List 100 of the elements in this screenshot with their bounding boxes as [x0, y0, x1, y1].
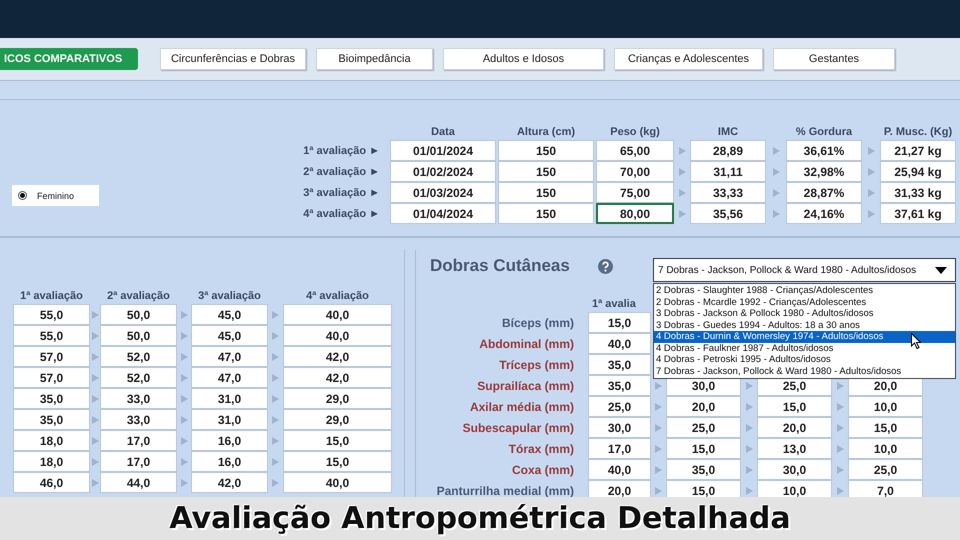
table-cell[interactable]: 31,0: [191, 388, 268, 409]
table-cell[interactable]: 42,0: [191, 472, 268, 493]
table-cell[interactable]: 40,0: [283, 472, 392, 493]
dropdown-option[interactable]: 3 Dobras - Jackson & Pollock 1980 - Adultos/idosos: [654, 308, 955, 320]
table-cell[interactable]: 35,56: [690, 203, 766, 224]
table-cell[interactable]: 40,0: [588, 333, 651, 354]
table-cell[interactable]: 15,0: [666, 438, 741, 459]
dropdown-option[interactable]: 4 Dobras - Faulkner 1987 - Adultos/idosos: [654, 342, 955, 354]
table-cell[interactable]: 10,0: [757, 480, 832, 497]
table-cell[interactable]: 17,0: [588, 438, 651, 459]
table-cell[interactable]: 29,0: [283, 409, 392, 430]
table-cell[interactable]: 7,0: [848, 480, 923, 497]
table-cell[interactable]: 30,0: [757, 459, 832, 480]
table-cell[interactable]: 52,0: [100, 346, 177, 367]
section-button[interactable]: ICOS COMPARATIVOS: [0, 48, 138, 70]
table-cell[interactable]: 37,61 kg: [880, 203, 956, 224]
table-cell[interactable]: 40,0: [283, 304, 392, 325]
table-cell[interactable]: 17,0: [100, 451, 177, 472]
table-cell[interactable]: 10,0: [848, 438, 923, 459]
table-cell[interactable]: 20,0: [588, 480, 651, 497]
table-cell[interactable]: 80,00: [596, 203, 674, 224]
table-cell[interactable]: 33,0: [100, 409, 177, 430]
table-cell[interactable]: 15,0: [283, 451, 392, 472]
table-cell[interactable]: 40,0: [588, 459, 651, 480]
table-cell[interactable]: 25,94 kg: [880, 161, 956, 182]
table-cell[interactable]: 55,0: [13, 304, 90, 325]
table-cell[interactable]: 15,0: [757, 396, 832, 417]
nav-tab[interactable]: Gestantes: [773, 48, 895, 70]
table-cell[interactable]: 17,0: [100, 430, 177, 451]
dropdown-option[interactable]: 3 Dobras - Guedes 1994 - Adultos: 18 a 30 anos: [654, 320, 955, 331]
table-cell[interactable]: 57,0: [13, 367, 90, 388]
table-cell[interactable]: 33,33: [690, 182, 766, 203]
table-cell[interactable]: 35,0: [666, 459, 741, 480]
table-cell[interactable]: 150: [498, 140, 594, 161]
table-cell[interactable]: 47,0: [191, 346, 268, 367]
table-cell[interactable]: 28,89: [690, 140, 766, 161]
table-cell[interactable]: 31,11: [690, 161, 766, 182]
table-cell[interactable]: 01/03/2024: [390, 182, 496, 203]
table-cell[interactable]: 50,0: [100, 304, 177, 325]
help-icon[interactable]: [598, 258, 613, 274]
table-cell[interactable]: 20,0: [757, 417, 832, 438]
protocol-dropdown[interactable]: 7 Dobras - Jackson, Pollock & Ward 1980 - Adultos/idosos: [653, 258, 956, 282]
table-cell[interactable]: 18,0: [13, 451, 90, 472]
table-cell[interactable]: 150: [498, 161, 594, 182]
table-cell[interactable]: 35,0: [588, 375, 651, 396]
table-cell[interactable]: 40,0: [283, 325, 392, 346]
table-cell[interactable]: 55,0: [13, 325, 90, 346]
table-cell[interactable]: 16,0: [191, 451, 268, 472]
table-cell[interactable]: 28,87%: [786, 182, 862, 203]
table-cell[interactable]: 70,00: [596, 161, 674, 182]
table-cell[interactable]: 15,0: [848, 417, 923, 438]
table-cell[interactable]: 57,0: [13, 346, 90, 367]
table-cell[interactable]: 30,0: [588, 417, 651, 438]
table-cell[interactable]: 45,0: [191, 304, 268, 325]
table-cell[interactable]: 31,33 kg: [880, 182, 956, 203]
table-cell[interactable]: 36,61%: [786, 140, 862, 161]
sex-radio[interactable]: Feminino: [12, 185, 99, 206]
table-cell[interactable]: 35,0: [13, 409, 90, 430]
table-cell[interactable]: 15,0: [283, 430, 392, 451]
dropdown-option[interactable]: 4 Dobras - Petroski 1995 - Adultos/idosos: [654, 354, 955, 366]
table-cell[interactable]: 47,0: [191, 367, 268, 388]
dropdown-option[interactable]: 2 Dobras - Slaughter 1988 - Crianças/Adolescentes: [654, 285, 955, 296]
table-cell[interactable]: 52,0: [100, 367, 177, 388]
table-cell[interactable]: 13,0: [757, 438, 832, 459]
table-cell[interactable]: 150: [498, 203, 594, 224]
table-cell[interactable]: 31,0: [191, 409, 268, 430]
table-cell[interactable]: 25,0: [588, 396, 651, 417]
table-cell[interactable]: 10,0: [848, 396, 923, 417]
table-cell[interactable]: 24,16%: [786, 203, 862, 224]
table-cell[interactable]: 45,0: [191, 325, 268, 346]
table-cell[interactable]: 15,0: [666, 480, 741, 497]
table-cell[interactable]: 35,0: [588, 354, 651, 375]
table-cell[interactable]: 25,0: [666, 417, 741, 438]
nav-tab[interactable]: Crianças e Adolescentes: [614, 48, 763, 70]
table-cell[interactable]: 16,0: [191, 430, 268, 451]
table-cell[interactable]: 65,00: [596, 140, 674, 161]
table-cell[interactable]: 33,0: [100, 388, 177, 409]
nav-tab[interactable]: Bioimpedância: [316, 48, 433, 70]
nav-tab[interactable]: Circunferências e Dobras: [160, 48, 306, 70]
dropdown-option[interactable]: 4 Dobras - Durnin & Womersley 1974 - Adultos/idosos: [654, 331, 955, 342]
table-cell[interactable]: 18,0: [13, 430, 90, 451]
nav-tab[interactable]: Adultos e Idosos: [443, 48, 604, 70]
table-cell[interactable]: 32,98%: [786, 161, 862, 182]
table-cell[interactable]: 21,27 kg: [880, 140, 956, 161]
dropdown-option[interactable]: 2 Dobras - Mcardle 1992 - Crianças/Adolescentes: [654, 296, 955, 308]
table-cell[interactable]: 42,0: [283, 346, 392, 367]
table-cell[interactable]: 46,0: [13, 472, 90, 493]
table-cell[interactable]: 44,0: [100, 472, 177, 493]
table-cell[interactable]: 25,0: [848, 459, 923, 480]
table-cell[interactable]: 01/02/2024: [390, 161, 496, 182]
table-cell[interactable]: 150: [498, 182, 594, 203]
table-cell[interactable]: 75,00: [596, 182, 674, 203]
table-cell[interactable]: 01/01/2024: [390, 140, 496, 161]
dropdown-option[interactable]: 7 Dobras - Jackson, Pollock & Ward 1980 - Adultos/idosos: [654, 366, 955, 377]
table-cell[interactable]: 42,0: [283, 367, 392, 388]
table-cell[interactable]: 20,0: [666, 396, 741, 417]
table-cell[interactable]: 01/04/2024: [390, 203, 496, 224]
table-cell[interactable]: 50,0: [100, 325, 177, 346]
table-cell[interactable]: 29,0: [283, 388, 392, 409]
table-cell[interactable]: 35,0: [13, 388, 90, 409]
